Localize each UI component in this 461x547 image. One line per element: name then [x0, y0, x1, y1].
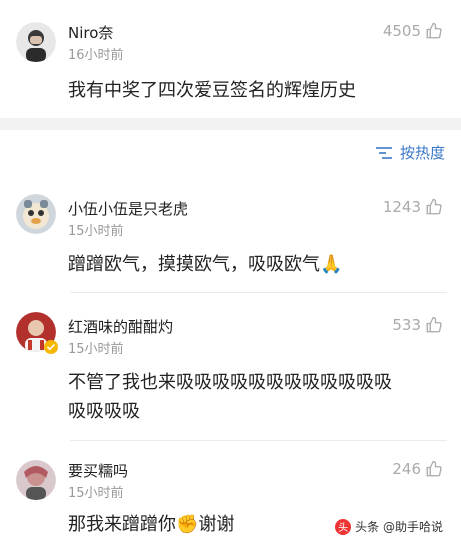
comment-item: 小伍小伍是只老虎 15小时前 1243 蹭蹭欧气，摸摸欧气，吸吸欧气🙏	[0, 186, 461, 290]
like-count: 4505	[382, 22, 421, 40]
thumbs-up-icon	[426, 316, 442, 333]
avatar[interactable]	[16, 22, 56, 62]
username[interactable]: 要买糯吗	[68, 460, 128, 481]
like-button[interactable]: 1243	[383, 198, 443, 216]
timestamp: 15小时前	[68, 342, 124, 357]
username[interactable]: Niro奈	[68, 22, 113, 43]
section-separator	[0, 118, 461, 130]
avatar[interactable]	[16, 194, 56, 234]
thumbs-up-icon	[426, 460, 442, 477]
comment-text-line: 不管了我也来吸吸吸吸吸吸吸吸吸吸吸吸	[68, 372, 392, 393]
top-post: Niro奈 16小时前 4505 我有中奖了四次爱豆签名的辉煌历史	[0, 0, 461, 118]
comment-text: 蹭蹭欧气，摸摸欧气，吸吸欧气🙏	[68, 254, 343, 275]
comment-text: 那我来蹭蹭你✊谢谢	[68, 514, 235, 535]
timestamp: 15小时前	[68, 224, 124, 239]
post-text: 我有中奖了四次爱豆签名的辉煌历史	[68, 80, 356, 101]
timestamp: 15小时前	[68, 486, 124, 501]
verified-badge-icon	[44, 340, 58, 354]
sort-label: 按热度	[399, 144, 445, 162]
like-button[interactable]: 533	[392, 316, 443, 334]
like-button[interactable]: 4505	[383, 22, 443, 40]
like-count: 533	[392, 316, 421, 334]
avatar[interactable]	[16, 460, 56, 500]
sort-icon	[375, 146, 392, 159]
username[interactable]: 红酒味的酣酣灼	[68, 316, 173, 337]
comment-item: 红酒味的酣酣灼 15小时前 533 不管了我也来吸吸吸吸吸吸吸吸吸吸吸吸 吸吸吸…	[0, 304, 461, 434]
divider	[70, 440, 447, 441]
username[interactable]: 小伍小伍是只老虎	[68, 198, 188, 219]
toutiao-logo-icon: 头	[335, 518, 352, 535]
timestamp: 16小时前	[68, 48, 124, 63]
comment-text-line: 吸吸吸吸	[68, 401, 140, 422]
sort-bar: 按热度	[0, 130, 461, 172]
like-count: 1243	[382, 198, 421, 216]
thumbs-up-icon	[426, 22, 442, 39]
watermark-text: 头条 @助手哈说	[355, 520, 443, 534]
like-button[interactable]: 246	[392, 460, 443, 478]
thumbs-up-icon	[426, 198, 442, 215]
divider	[70, 292, 447, 293]
like-count: 246	[392, 460, 421, 478]
sort-button[interactable]: 按热度	[374, 142, 445, 163]
watermark: 头 头条 @助手哈说	[329, 516, 449, 537]
